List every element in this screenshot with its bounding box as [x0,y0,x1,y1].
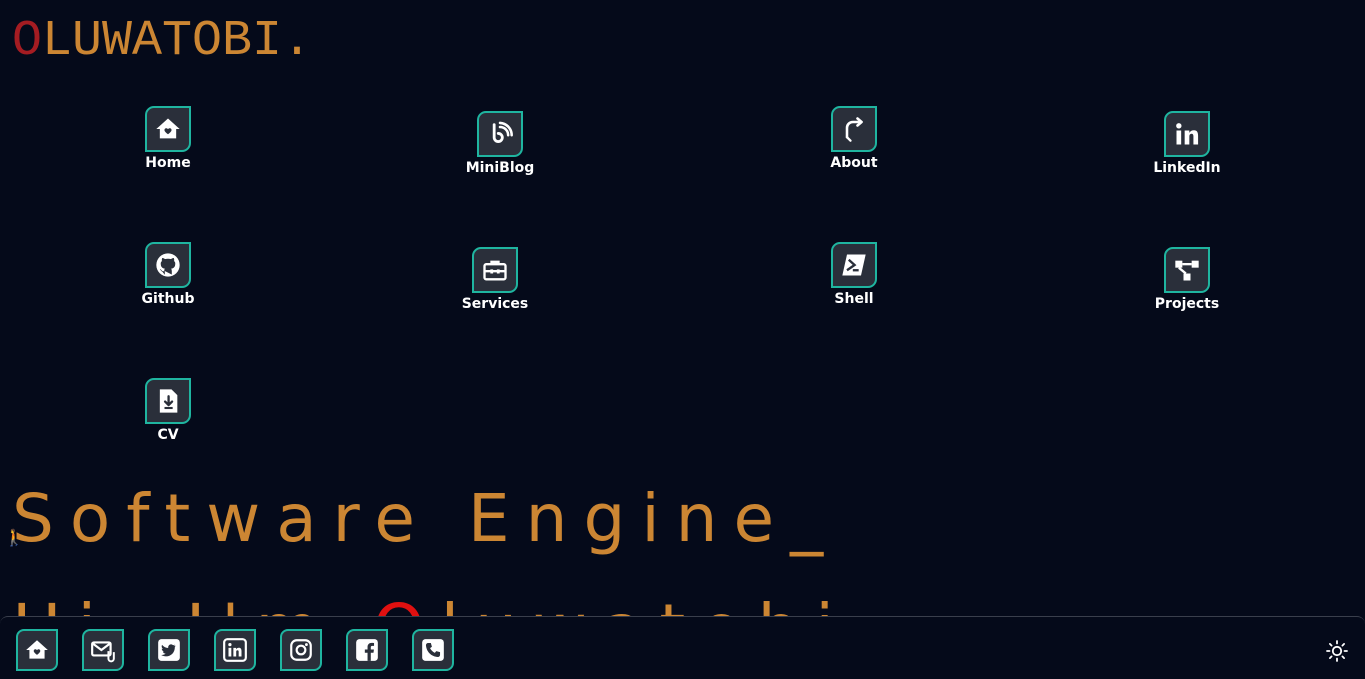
footer-home-icon[interactable] [16,629,58,671]
redirect-arrow-icon [831,106,877,152]
site-logo[interactable]: OLUWATOBI. [12,14,312,70]
footer-bar [0,616,1365,679]
nav-item-cv[interactable]: CV [118,378,218,443]
nav-label-about: About [830,155,878,171]
linkedin-icon [1164,111,1210,157]
nav-label-services: Services [461,296,529,312]
hierarchy-icon [1164,247,1210,293]
footer-linkedin-icon[interactable] [214,629,256,671]
nav-item-linkedin[interactable]: LinkedIn [1137,111,1237,176]
toolbox-icon [472,247,518,293]
logo-first-letter: O [12,13,43,70]
hero-typing-text: Software Engine_ [12,480,840,557]
page: OLUWATOBI. Home MiniBlog About LinkedIn … [0,0,1365,679]
nav-label-github: Github [141,291,195,307]
nav-label-miniblog: MiniBlog [465,160,535,176]
footer-twitter-icon[interactable] [148,629,190,671]
nav-item-home[interactable]: Home [118,106,218,171]
nav-label-cv: CV [157,427,179,443]
nav-item-about[interactable]: About [804,106,904,171]
nav-item-miniblog[interactable]: MiniBlog [450,111,550,176]
footer-facebook-icon[interactable] [346,629,388,671]
nav-label-projects: Projects [1154,296,1220,312]
footer-phone-icon[interactable] [412,629,454,671]
powershell-icon [831,242,877,288]
file-download-icon [145,378,191,424]
nav-label-shell: Shell [834,291,874,307]
nav-item-shell[interactable]: Shell [804,242,904,307]
nav-item-services[interactable]: Services [445,247,545,312]
nav-item-github[interactable]: Github [118,242,218,307]
nav-label-home: Home [145,155,191,171]
blog-icon [477,111,523,157]
nav-label-linkedin: LinkedIn [1153,160,1221,176]
footer-instagram-icon[interactable] [280,629,322,671]
nav-item-projects[interactable]: Projects [1137,247,1237,312]
logo-rest: LUWATOBI. [42,13,313,70]
sun-icon[interactable] [1325,639,1349,663]
footer-mail-icon[interactable] [82,629,124,671]
github-icon [145,242,191,288]
home-heart-icon [145,106,191,152]
